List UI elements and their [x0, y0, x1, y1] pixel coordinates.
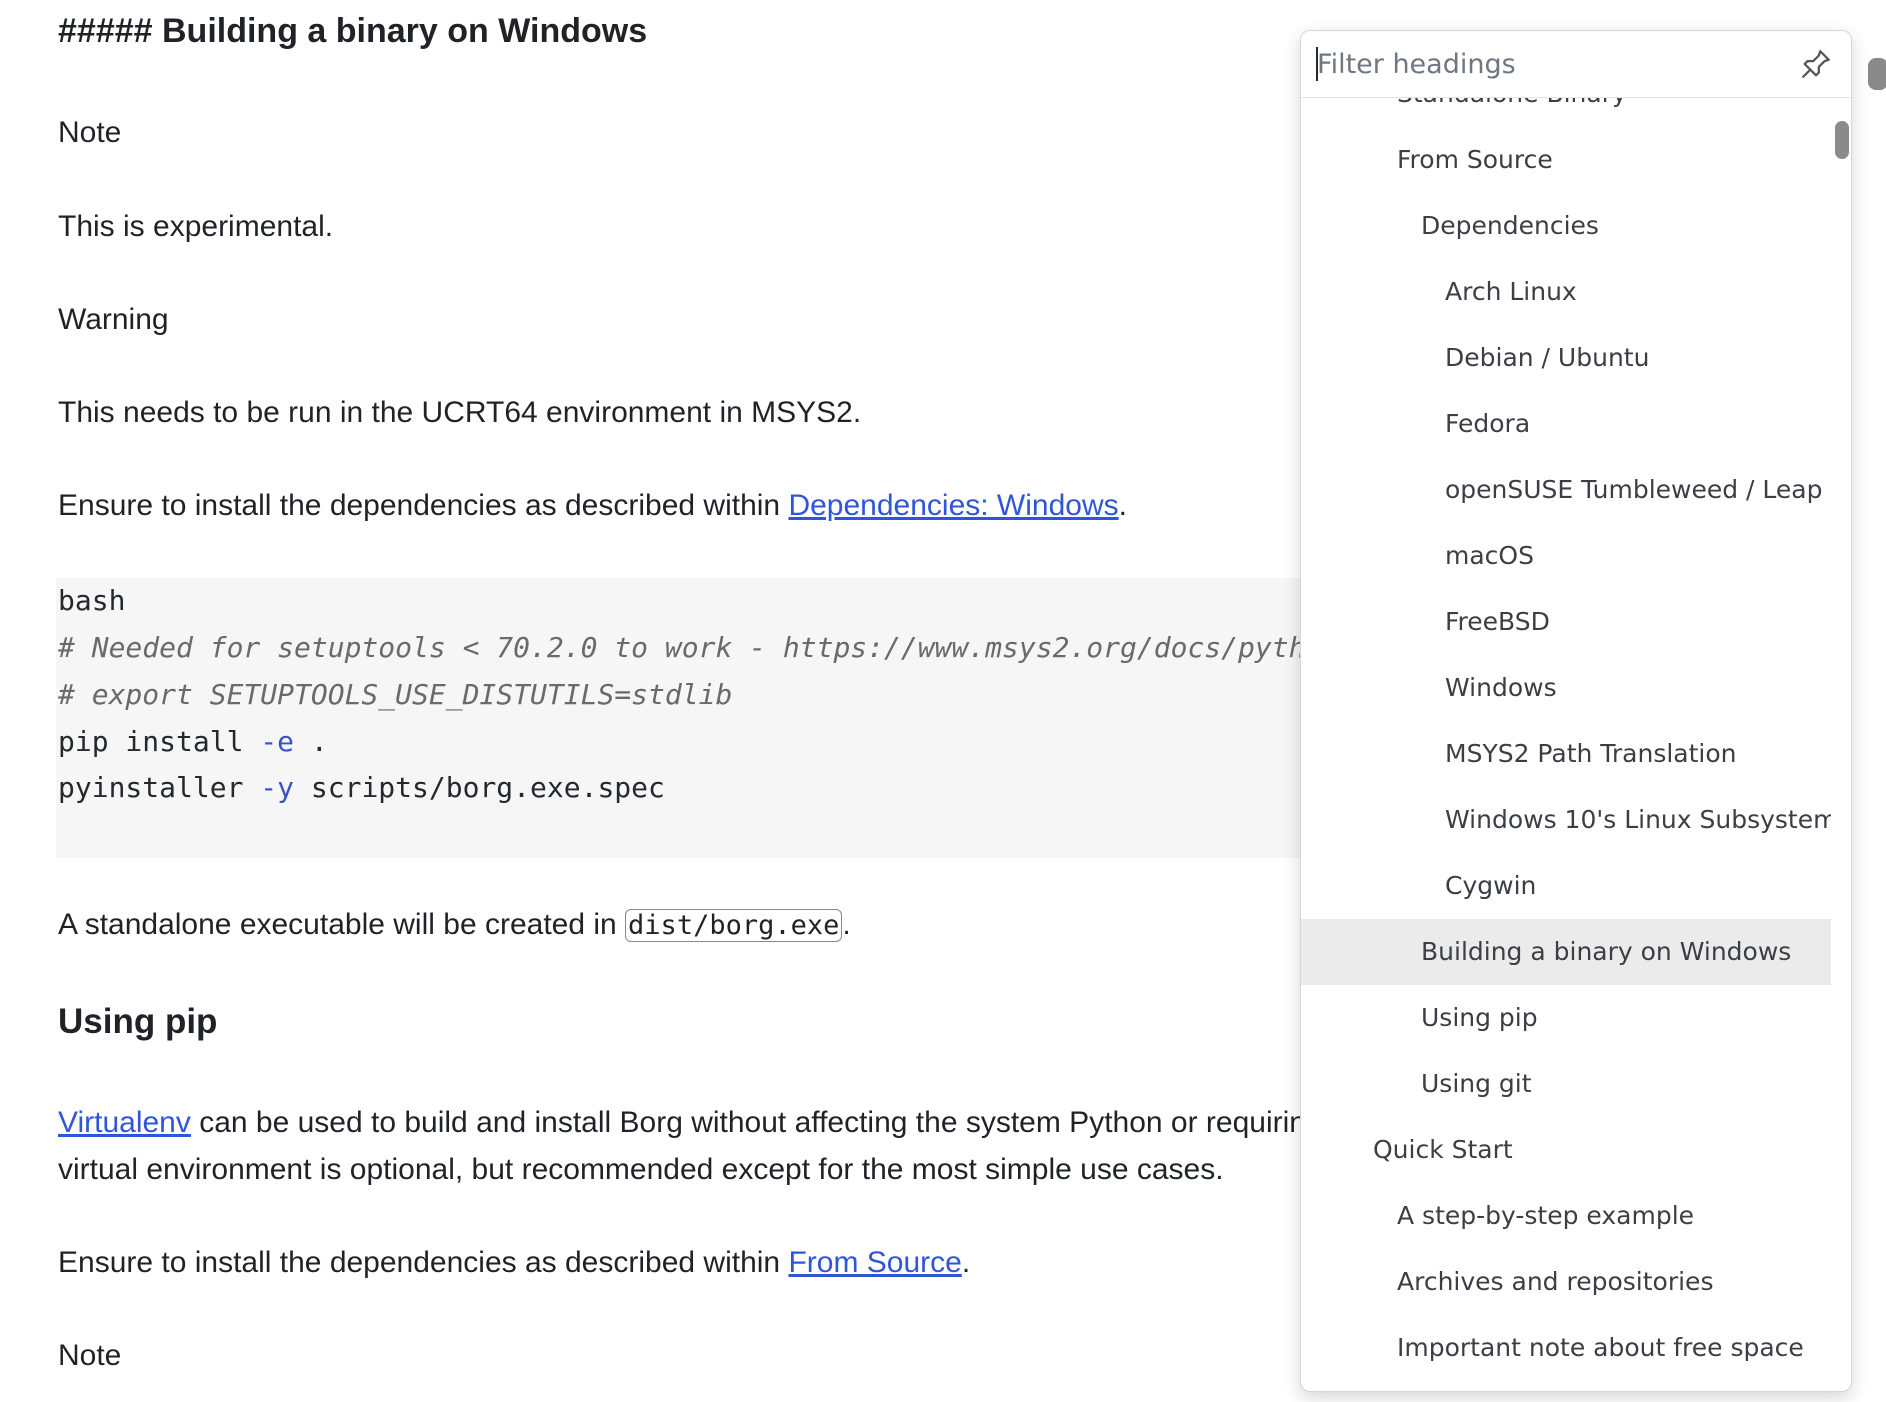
- toc-item-msys2-path-translation[interactable]: MSYS2 Path Translation: [1301, 721, 1831, 787]
- code-command: pyinstaller: [58, 771, 261, 804]
- code-block: bash # Needed for setuptools < 70.2.0 to…: [56, 578, 1416, 858]
- period: .: [1118, 489, 1127, 522]
- code-command: pip install: [58, 725, 261, 758]
- text-cursor: [1316, 47, 1318, 81]
- heading-building-binary: ##### Building a binary on Windows: [58, 12, 648, 50]
- toc-item-important-note-free-space[interactable]: Important note about free space: [1301, 1315, 1831, 1381]
- inline-code-dist-borg: dist/borg.exe: [625, 909, 843, 942]
- period: .: [961, 1246, 971, 1279]
- toc-item-quick-start[interactable]: Quick Start: [1301, 1117, 1831, 1183]
- toc-item-windows-10-linux-subsystem[interactable]: Windows 10's Linux Subsystem: [1301, 787, 1831, 853]
- warning-text: This needs to be run in the UCRT64 envir…: [58, 396, 862, 429]
- toc-item-cygwin[interactable]: Cygwin: [1301, 853, 1831, 919]
- virtualenv-paragraph-line-1: Virtualenv can be used to build and inst…: [58, 1106, 1323, 1140]
- toc-item-using-pip[interactable]: Using pip: [1301, 985, 1831, 1051]
- virtualenv-link[interactable]: Virtualenv: [58, 1106, 191, 1139]
- toc-item-using-git[interactable]: Using git: [1301, 1051, 1831, 1117]
- ensure-text: Ensure to install the dependencies as de…: [58, 489, 789, 522]
- experimental-text: This is experimental.: [58, 210, 334, 243]
- toc-item-step-by-step-example[interactable]: A step-by-step example: [1301, 1183, 1831, 1249]
- code-line-5: pyinstaller -y scripts/borg.exe.spec: [58, 771, 665, 804]
- ensure-from-source-paragraph: Ensure to install the dependencies as de…: [58, 1246, 970, 1280]
- from-source-link[interactable]: From Source: [788, 1246, 961, 1279]
- toc-item-standalone-binary[interactable]: Standalone Binary: [1301, 97, 1831, 127]
- filter-bar: [1301, 31, 1851, 98]
- code-line-3-comment: # export SETUPTOOLS_USE_DISTUTILS=stdlib: [58, 678, 733, 711]
- standalone-text: A standalone executable will be created …: [58, 908, 626, 941]
- toc-item-archives-and-repositories[interactable]: Archives and repositories: [1301, 1249, 1831, 1315]
- note-label: Note: [58, 116, 122, 149]
- code-argument: .: [294, 725, 328, 758]
- heading-using-pip: Using pip: [58, 1002, 218, 1041]
- ensure-dependencies-paragraph: Ensure to install the dependencies as de…: [58, 489, 1127, 523]
- toc-item-arch-linux[interactable]: Arch Linux: [1301, 259, 1831, 325]
- filter-headings-input[interactable]: [1315, 43, 1779, 85]
- toc-item-building-binary-windows[interactable]: Building a binary on Windows: [1301, 919, 1831, 985]
- code-flag: -e: [260, 725, 295, 758]
- toc-item-windows[interactable]: Windows: [1301, 655, 1831, 721]
- toc-item-opensuse[interactable]: openSUSE Tumbleweed / Leap: [1301, 457, 1831, 523]
- period: .: [842, 908, 851, 941]
- toc-item-from-source[interactable]: From Source: [1301, 127, 1831, 193]
- toc-item-freebsd[interactable]: FreeBSD: [1301, 589, 1831, 655]
- virtualenv-paragraph-line-2: virtual environment is optional, but rec…: [58, 1153, 1224, 1186]
- virtualenv-text: can be used to build and install Borg wi…: [190, 1106, 1323, 1139]
- standalone-paragraph: A standalone executable will be created …: [58, 908, 851, 942]
- code-line-1: bash: [58, 584, 126, 617]
- toc-item-macos[interactable]: macOS: [1301, 523, 1831, 589]
- warning-label: Warning: [58, 303, 169, 336]
- toc-item-debian-ubuntu[interactable]: Debian / Ubuntu: [1301, 325, 1831, 391]
- pin-icon[interactable]: [1799, 47, 1833, 81]
- note-label: Note: [58, 1339, 122, 1372]
- headings-list: Standalone Binary From Source Dependenci…: [1301, 97, 1831, 1391]
- page-scrollbar-thumb[interactable]: [1868, 58, 1886, 90]
- ensure-text: Ensure to install the dependencies as de…: [58, 1246, 789, 1279]
- dependencies-windows-link[interactable]: Dependencies: Windows: [788, 489, 1118, 522]
- code-line-4: pip install -e .: [58, 725, 328, 758]
- code-argument: scripts/borg.exe.spec: [294, 771, 665, 804]
- toc-item-fedora[interactable]: Fedora: [1301, 391, 1831, 457]
- code-line-2-comment: # Needed for setuptools < 70.2.0 to work…: [58, 631, 1340, 664]
- headings-scrollbar-thumb[interactable]: [1835, 121, 1849, 159]
- code-flag: -y: [260, 771, 295, 804]
- toc-item-dependencies[interactable]: Dependencies: [1301, 193, 1831, 259]
- headings-panel: Standalone Binary From Source Dependenci…: [1300, 30, 1852, 1392]
